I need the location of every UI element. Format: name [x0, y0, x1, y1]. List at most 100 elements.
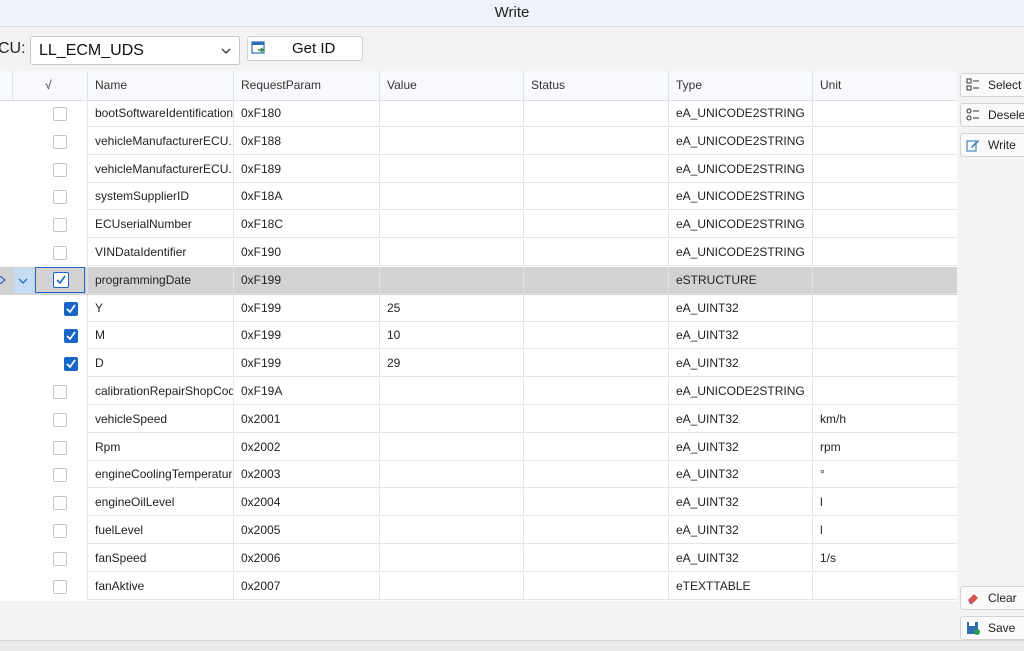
deselect-label: Deselect [988, 108, 1024, 122]
save-icon [967, 622, 980, 635]
clear-label: Clear [988, 591, 1017, 605]
row-checkbox[interactable] [64, 301, 78, 316]
value-cell[interactable] [379, 405, 523, 433]
table-row[interactable]: M 0xF199 10 eA_UINT32 [0, 322, 957, 350]
ecu-dropdown[interactable]: LL_ECM_UDS [30, 36, 240, 65]
value-cell[interactable] [379, 211, 523, 239]
unit-cell [812, 294, 957, 322]
row-checkbox[interactable] [53, 107, 67, 121]
type-cell: eA_UINT32 [668, 489, 812, 517]
current-row-indicator-icon [0, 275, 6, 284]
type-cell: eA_UNICODE2STRING [668, 239, 812, 266]
row-checkbox[interactable] [53, 440, 67, 455]
row-checkbox[interactable] [53, 218, 67, 233]
value-cell[interactable] [379, 100, 523, 127]
value-cell[interactable] [379, 183, 523, 211]
unit-cell: l [812, 517, 957, 544]
value-cell[interactable] [379, 433, 523, 461]
row-checkbox[interactable] [53, 246, 67, 260]
request-param-cell: 0xF199 [233, 294, 379, 322]
type-cell: eA_UNICODE2STRING [668, 183, 812, 211]
value-cell[interactable] [379, 155, 523, 183]
row-checkbox[interactable] [53, 496, 67, 511]
value-cell[interactable] [379, 572, 523, 600]
type-cell: eA_UNICODE2STRING [668, 100, 812, 127]
row-checkbox[interactable] [64, 329, 78, 344]
value-cell[interactable] [379, 266, 523, 294]
value-cell[interactable] [379, 127, 523, 155]
status-cell [523, 100, 668, 127]
unit-cell: 1/s [812, 544, 957, 572]
deselect-button[interactable]: Deselect [960, 103, 1024, 127]
name-cell: systemSupplierID [87, 183, 233, 211]
row-checkbox[interactable] [53, 468, 67, 483]
value-cell[interactable]: 25 [379, 294, 523, 322]
name-cell: engineCoolingTemperature [87, 461, 233, 489]
request-param-cell: 0xF18C [233, 211, 379, 239]
request-param-cell: 0xF180 [233, 100, 379, 127]
row-checkbox[interactable] [53, 412, 67, 427]
table-row[interactable]: fanSpeed 0x2006 eA_UINT32 1/s [0, 544, 957, 573]
checkmark-icon [66, 304, 76, 313]
save-button[interactable]: Save [960, 616, 1024, 640]
table-row[interactable]: systemSupplierID 0xF18A eA_UNICODE2STRING [0, 183, 957, 211]
header-check[interactable]: √ [12, 71, 87, 100]
value-cell[interactable] [379, 239, 523, 266]
table-row[interactable]: bootSoftwareIdentification 0xF180 eA_UNICO… [0, 100, 957, 128]
request-param-cell: 0xF199 [233, 266, 379, 294]
write-button[interactable]: Write [960, 133, 1024, 157]
row-checkbox[interactable] [53, 162, 67, 177]
table-row[interactable]: fuelLevel 0x2005 eA_UINT32 l [0, 517, 957, 545]
table-row[interactable]: vehicleManufacturerECU... 0xF188 eA_UNICOD… [0, 127, 957, 156]
row-checkbox[interactable] [53, 551, 67, 566]
row-checkbox[interactable] [53, 190, 67, 205]
value-cell[interactable] [379, 489, 523, 517]
name-cell: programmingDate [87, 266, 233, 294]
value-cell[interactable] [379, 378, 523, 405]
value-cell[interactable] [379, 517, 523, 544]
header-name[interactable]: Name [87, 71, 233, 100]
value-cell[interactable] [379, 544, 523, 572]
row-checkbox[interactable] [53, 134, 67, 149]
type-cell: eA_UINT32 [668, 350, 812, 378]
eraser-icon [968, 594, 978, 604]
table-row[interactable]: D 0xF199 29 eA_UINT32 [0, 350, 957, 378]
row-checkbox[interactable] [53, 524, 67, 538]
unit-cell [812, 350, 957, 378]
table-row[interactable]: calibrationRepairShopCod... 0xF19A eA_UNIC… [0, 378, 957, 406]
name-cell: M [87, 322, 233, 350]
table-row[interactable]: programmingDate 0xF199 eSTRUCTURE [0, 266, 957, 295]
table-row[interactable]: vehicleManufacturerECU... 0xF189 eA_UNICOD… [0, 155, 957, 184]
table-row[interactable]: ECUserialNumber 0xF18C eA_UNICODE2STRING [0, 211, 957, 239]
header-status[interactable]: Status [523, 71, 668, 100]
clear-button[interactable]: Clear [960, 586, 1024, 610]
row-checkbox[interactable] [53, 271, 69, 288]
table-row[interactable]: engineOilLevel 0x2004 eA_UINT32 l [0, 489, 957, 517]
table-row[interactable]: engineCoolingTemperature 0x2003 eA_UINT32 ° [0, 461, 957, 489]
select-all-label: Select A [988, 78, 1024, 92]
value-cell[interactable]: 29 [379, 350, 523, 378]
header-type[interactable]: Type [668, 71, 812, 100]
expand-toggle[interactable] [14, 267, 33, 293]
get-id-button[interactable]: Get ID [247, 36, 363, 61]
table-row[interactable]: Y 0xF199 25 eA_UINT32 [0, 294, 957, 323]
status-cell [523, 266, 668, 294]
table-row[interactable]: vehicleSpeed 0x2001 eA_UINT32 km/h [0, 405, 957, 434]
table-row[interactable]: VINDataIdentifier 0xF190 eA_UNICODE2STRING [0, 239, 957, 267]
action-sidebar: Select A Deselect Write Clear Save [957, 71, 1024, 641]
value-cell[interactable] [379, 461, 523, 489]
name-cell: fanAktive [87, 572, 233, 600]
request-param-cell: 0xF19A [233, 378, 379, 405]
header-value[interactable]: Value [379, 71, 523, 100]
header-unit[interactable]: Unit [812, 71, 957, 100]
table-row[interactable]: fanAktive 0x2007 eTEXTTABLE [0, 572, 957, 601]
row-checkbox[interactable] [64, 357, 78, 372]
select-all-button[interactable]: Select A [960, 73, 1024, 97]
status-cell [523, 461, 668, 489]
row-checkbox[interactable] [53, 579, 67, 594]
unit-cell [812, 100, 957, 127]
row-checkbox[interactable] [53, 385, 67, 399]
value-cell[interactable]: 10 [379, 322, 523, 350]
header-request-param[interactable]: RequestParam [233, 71, 379, 100]
table-row[interactable]: Rpm 0x2002 eA_UINT32 rpm [0, 433, 957, 462]
